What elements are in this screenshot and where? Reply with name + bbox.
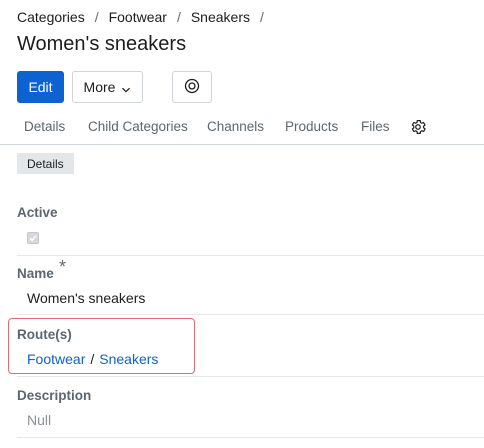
- view-button[interactable]: [172, 71, 212, 103]
- divider: [17, 376, 484, 377]
- more-button-label: More: [83, 79, 116, 95]
- required-asterisk: *: [59, 257, 67, 277]
- breadcrumb: Categories / Footwear / Sneakers /: [17, 9, 274, 25]
- page-title: Women's sneakers: [17, 33, 187, 55]
- active-checkbox: [27, 232, 39, 244]
- tab-child-categories[interactable]: Child Categories: [88, 119, 188, 134]
- active-label: Active: [17, 205, 58, 220]
- breadcrumb-separator: /: [176, 9, 181, 25]
- tab-products[interactable]: Products: [285, 119, 338, 134]
- routes-label: Route(s): [17, 327, 72, 342]
- breadcrumb-item-footwear[interactable]: Footwear: [109, 9, 167, 25]
- route-link-sneakers[interactable]: Sneakers: [99, 351, 158, 367]
- tab-details[interactable]: Details: [24, 119, 65, 134]
- description-value: Null: [27, 412, 52, 428]
- breadcrumb-separator: /: [94, 9, 99, 25]
- name-value: Women's sneakers: [27, 290, 146, 306]
- breadcrumb-item-sneakers[interactable]: Sneakers: [191, 9, 250, 25]
- chevron-down-icon: [121, 82, 131, 93]
- name-label: Name: [17, 266, 54, 281]
- edit-button[interactable]: Edit: [17, 71, 64, 103]
- route-path: Footwear / Sneakers: [27, 351, 158, 367]
- divider: [17, 255, 484, 256]
- divider: [17, 437, 484, 438]
- divider: [17, 314, 484, 315]
- route-link-footwear[interactable]: Footwear: [27, 351, 85, 367]
- route-separator: /: [90, 351, 95, 367]
- section-badge-details: Details: [17, 153, 74, 174]
- tab-channels[interactable]: Channels: [207, 119, 264, 134]
- view-icon: [184, 78, 200, 97]
- breadcrumb-item-categories[interactable]: Categories: [17, 9, 85, 25]
- more-button[interactable]: More: [72, 71, 143, 103]
- gear-icon[interactable]: [409, 118, 427, 136]
- description-label: Description: [17, 388, 92, 403]
- breadcrumb-separator: /: [260, 9, 264, 25]
- tab-files[interactable]: Files: [361, 119, 390, 134]
